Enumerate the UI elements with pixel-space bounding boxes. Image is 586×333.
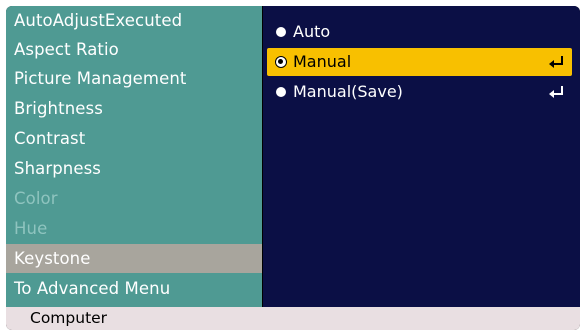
menu-item-keystone[interactable]: Keystone [6, 244, 262, 273]
option-manual[interactable]: Manual [267, 48, 572, 76]
menu-item-advanced-menu[interactable]: To Advanced Menu [6, 274, 262, 303]
menu-item-sharpness[interactable]: Sharpness [6, 154, 262, 183]
input-source-label: Computer [30, 309, 108, 327]
status-bar: Computer [6, 307, 580, 330]
option-manual-save[interactable]: Manual(Save) [267, 78, 572, 106]
option-auto[interactable]: Auto [267, 18, 572, 46]
menu-item-contrast[interactable]: Contrast [6, 124, 262, 153]
bullet-icon [276, 87, 286, 97]
menu-item-picture-management[interactable]: Picture Management [6, 64, 262, 93]
menu-item-aspect-ratio[interactable]: Aspect Ratio [6, 35, 262, 64]
option-label: Auto [293, 22, 331, 41]
option-label: Manual [293, 52, 352, 71]
option-label: Manual(Save) [293, 82, 403, 101]
menu-item-color: Color [14, 189, 58, 208]
menu-item-brightness[interactable]: Brightness [6, 94, 262, 123]
osd-menu: AutoAdjustExecuted Aspect Ratio Picture … [6, 6, 580, 330]
enter-arrow-icon [549, 86, 563, 98]
enter-arrow-icon [549, 56, 563, 68]
radio-selected-icon [275, 56, 287, 68]
bullet-icon [276, 27, 286, 37]
main-menu: AutoAdjustExecuted Aspect Ratio Picture … [6, 6, 262, 307]
menu-item-auto-adjust[interactable]: AutoAdjustExecuted [6, 6, 262, 35]
menu-item-hue: Hue [14, 219, 48, 238]
keystone-options-panel: Auto Manual Manual(Save) [263, 6, 580, 307]
